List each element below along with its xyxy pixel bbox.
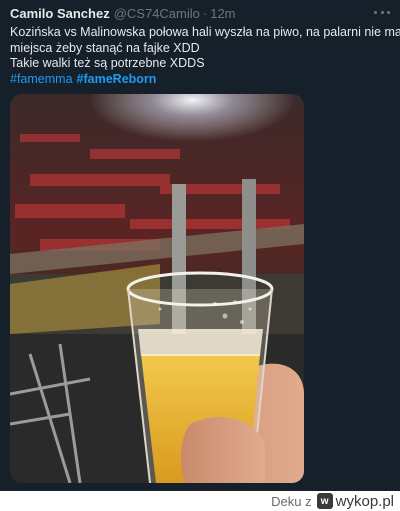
beer-cup-photo: [10, 94, 304, 483]
tweet-text-line: Takie walki też są potrzebne XDDS: [10, 56, 205, 70]
tweet-text-line: miejsca żeby stanąć na fajke XDD: [10, 40, 200, 55]
hashtag-famereborn[interactable]: #fameReborn: [77, 72, 157, 88]
tweet-photo[interactable]: [10, 94, 304, 483]
hashtag-row: #famemma #fameReborn: [10, 72, 390, 88]
wykop-site-name: wykop.pl: [335, 492, 394, 510]
wykop-logo[interactable]: w wykop.pl: [316, 492, 394, 510]
hashtag-famemma[interactable]: #famemma: [10, 72, 73, 88]
tweet-text-line: Kozińska vs Malinowska połowa hali wyszł…: [10, 25, 400, 39]
separator-dot: ·: [202, 5, 208, 21]
credit-text: Deku z: [271, 493, 312, 509]
tweet-header: Camilo Sanchez @CS74Camilo · 12m: [10, 5, 236, 21]
author-name[interactable]: Camilo Sanchez: [10, 6, 110, 21]
author-handle[interactable]: @CS74Camilo: [114, 6, 200, 21]
tweet-timestamp[interactable]: 12m: [210, 6, 235, 21]
tweet-text: Kozińska vs Malinowska połowa hali wyszł…: [10, 25, 400, 88]
wykop-logo-icon: w: [316, 493, 333, 509]
tweet-card[interactable]: Camilo Sanchez @CS74Camilo · 12m Kozińsk…: [0, 0, 400, 491]
watermark-footer: Deku z w wykop.pl: [0, 491, 400, 511]
more-options-icon[interactable]: [374, 6, 390, 18]
